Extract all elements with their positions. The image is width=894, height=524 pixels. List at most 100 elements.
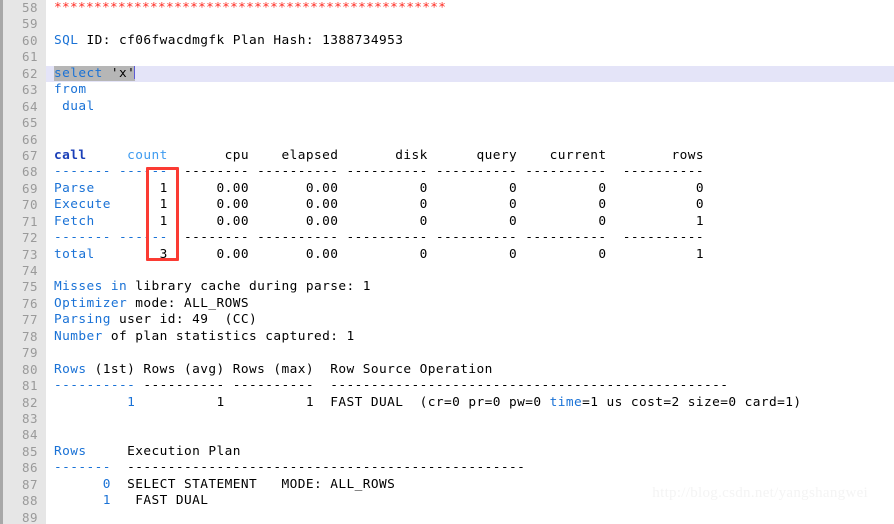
row-source-header[interactable]: Rows (1st) Rows (avg) Rows (max) Row Sou…	[54, 362, 894, 378]
line-number-71: 71	[21, 213, 38, 229]
line-number-69: 69	[21, 180, 38, 196]
cell-fetch-count: 1	[159, 213, 168, 229]
cell-parse-count: 1	[159, 180, 168, 196]
code-line-59[interactable]	[54, 16, 894, 32]
optimizer-text: mode: ALL_ROWS	[127, 295, 249, 311]
line-number-83: 83	[21, 410, 38, 426]
line-number-88: 88	[21, 493, 38, 509]
column-header-disk: disk	[395, 147, 428, 163]
execution-plan-rule[interactable]: ------- --------------------------------…	[54, 460, 894, 476]
code-line-63[interactable]: from	[54, 82, 894, 98]
cell-operation: FAST DUAL (cr=0 pr=0 pw=0	[330, 394, 550, 410]
row-source-rule[interactable]: ---------- ---------- ---------- -------…	[54, 378, 894, 394]
cell-rows-1st: 1	[127, 394, 136, 410]
cell-parse-elapsed: 0.00	[305, 180, 339, 196]
cell-execute-elapsed: 0.00	[305, 197, 339, 213]
execution-plan-header[interactable]: Rows Execution Plan	[54, 444, 894, 460]
dash-rule-blue-2: ------- ------	[54, 230, 168, 246]
code-line-89[interactable]	[54, 510, 894, 524]
parsing-user-line[interactable]: Parsing user id: 49 (CC)	[54, 312, 894, 328]
cell-parse-disk: 0	[419, 180, 428, 196]
row-label-total: total	[54, 246, 95, 262]
cell-total-count: 3	[159, 246, 168, 262]
stats-table-rule-bottom[interactable]: ------- ------ -------- ---------- -----…	[54, 230, 894, 246]
dash-rule-blue-3: ----------	[54, 378, 136, 394]
column-header-current: current	[549, 147, 607, 163]
line-number-list: 58 59 60 61 62 63 64 65 66 67 68 69 70 71 72 73 74 75 76 77…	[3, 0, 46, 524]
plan-stats-line[interactable]: Number of plan statistics captured: 1	[54, 329, 894, 345]
cell-total-current: 0	[598, 246, 607, 262]
line-number-68: 68	[21, 164, 38, 180]
line-number-65: 65	[21, 115, 38, 131]
sql-identifier-dual: dual	[62, 98, 95, 114]
code-line-74[interactable]	[54, 263, 894, 279]
sql-keyword-select: select	[54, 65, 103, 81]
line-number-gutter[interactable]: 58 59 60 61 62 63 64 65 66 67 68 69 70 71 72 73 74 75 76 77…	[0, 0, 46, 524]
line-number-66: 66	[21, 131, 38, 147]
plan-stats-text: of plan statistics captured: 1	[102, 328, 355, 344]
cell-execute-disk: 0	[419, 197, 428, 213]
stats-row-parse[interactable]: Parse 1 0.00 0.00 0 0 0 0	[54, 181, 894, 197]
dash-rule-black: -------- ---------- ---------- ---------…	[167, 164, 704, 180]
cell-execute-query: 0	[509, 197, 518, 213]
line-number-87: 87	[21, 476, 38, 492]
code-line-79[interactable]	[54, 345, 894, 361]
cell-fetch-current: 0	[598, 213, 607, 229]
stats-row-total[interactable]: total 3 0.00 0.00 0 0 0 1	[54, 247, 894, 263]
keyword-number: Number	[54, 328, 103, 344]
code-line-58[interactable]: ****************************************…	[54, 0, 894, 16]
code-line-62-selected[interactable]: select 'x'	[46, 65, 894, 83]
row-label-execute: Execute	[54, 197, 111, 213]
cell-plan-rows-1: 1	[102, 493, 111, 509]
code-line-83[interactable]	[54, 411, 894, 427]
keyword-misses: Misses in	[54, 279, 128, 295]
code-line-65[interactable]	[54, 115, 894, 131]
cell-total-elapsed: 0.00	[305, 246, 339, 262]
cell-operation-stats: =1 us cost=2 size=0 card=1)	[582, 394, 802, 410]
code-text-area[interactable]: ****************************************…	[46, 0, 894, 524]
cell-parse-query: 0	[509, 180, 518, 196]
stats-table-rule-top[interactable]: ------- ------ -------- ---------- -----…	[54, 164, 894, 180]
stats-row-fetch[interactable]: Fetch 1 0.00 0.00 0 0 0 1	[54, 214, 894, 230]
line-number-58: 58	[21, 0, 38, 15]
line-number-78: 78	[21, 328, 38, 344]
keyword-optimizer: Optimizer	[54, 295, 128, 311]
keyword-time: time	[549, 394, 583, 410]
line-number-72: 72	[21, 230, 38, 246]
code-line-66[interactable]	[54, 132, 894, 148]
misses-line[interactable]: Misses in library cache during parse: 1	[54, 279, 894, 295]
line-number-64: 64	[21, 98, 38, 114]
column-header-elapsed: elapsed	[281, 147, 339, 163]
cell-parse-current: 0	[598, 180, 607, 196]
stats-row-execute[interactable]: Execute 1 0.00 0.00 0 0 0 0	[54, 197, 894, 213]
line-number-75: 75	[21, 279, 38, 295]
parsing-user-text: user id: 49 (CC)	[110, 312, 258, 328]
line-number-67: 67	[21, 147, 38, 163]
cell-fetch-elapsed: 0.00	[305, 213, 339, 229]
cell-parse-rows: 0	[695, 180, 704, 196]
line-number-77: 77	[21, 312, 38, 328]
stats-table-header[interactable]: call count cpu elapsed disk query curren…	[54, 148, 894, 164]
column-header-call: call	[54, 147, 87, 163]
cell-execute-cpu: 0.00	[216, 197, 249, 213]
column-header-count: count	[127, 147, 168, 163]
code-line-84[interactable]	[54, 427, 894, 443]
row-label-fetch: Fetch	[54, 213, 95, 229]
line-number-63: 63	[21, 82, 38, 98]
cell-execute-rows: 0	[695, 197, 704, 213]
blog-watermark: http://blog.csdn.net/yangshangwei	[652, 485, 868, 501]
cell-rows-avg: 1	[216, 394, 225, 410]
dash-rule-black-3: ---------- ---------- ------------------…	[135, 378, 729, 394]
line-number-76: 76	[21, 295, 38, 311]
code-line-60[interactable]: SQL ID: cf06fwacdmgfk Plan Hash: 1388734…	[54, 33, 894, 49]
keyword-parsing: Parsing	[54, 312, 111, 328]
line-number-79: 79	[21, 345, 38, 361]
row-source-row[interactable]: 1 1 1 FAST DUAL (cr=0 pr=0 pw=0 time=1 u…	[54, 395, 894, 411]
code-line-64[interactable]: dual	[54, 99, 894, 115]
code-line-61[interactable]	[54, 49, 894, 65]
execution-plan-header-label: Execution Plan	[86, 443, 241, 459]
code-editor-window: 58 59 60 61 62 63 64 65 66 67 68 69 70 71 72 73 74 75 76 77…	[0, 0, 894, 524]
optimizer-line[interactable]: Optimizer mode: ALL_ROWS	[54, 296, 894, 312]
cell-total-disk: 0	[419, 246, 428, 262]
sql-keyword-from: from	[54, 82, 87, 98]
